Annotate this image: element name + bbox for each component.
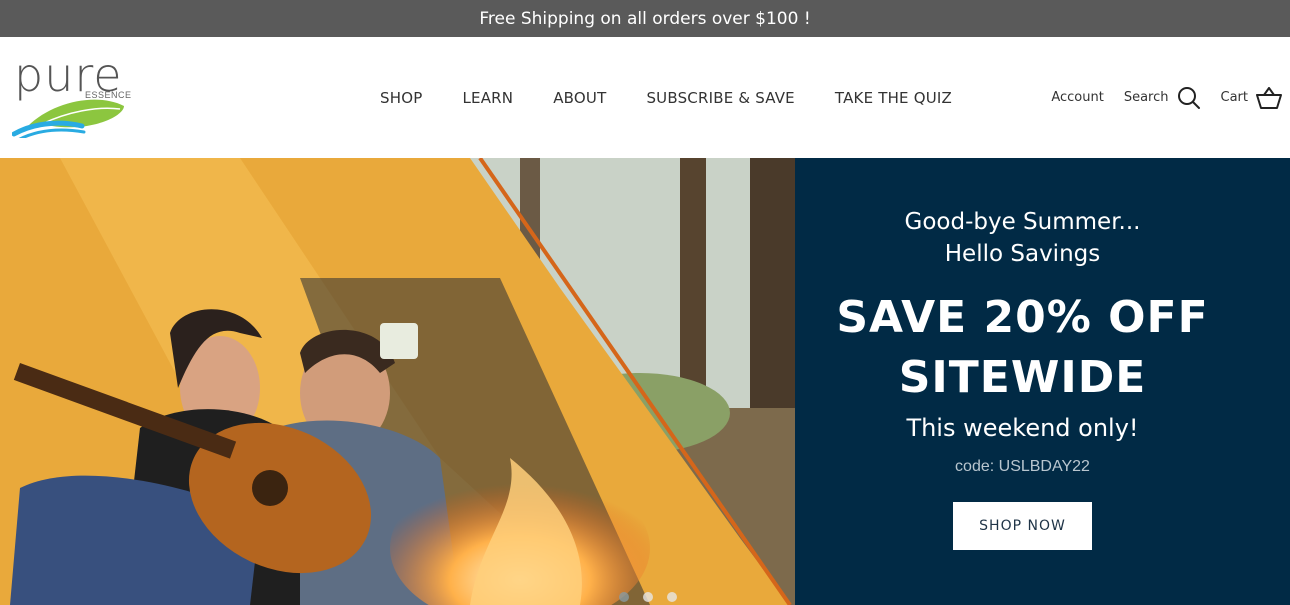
account-label: Account	[1051, 90, 1104, 105]
announcement-text: Free Shipping on all orders over $100 !	[479, 8, 811, 29]
slide-dot-1[interactable]	[619, 592, 629, 602]
basket-icon	[1256, 86, 1282, 109]
slideshow-dots	[619, 592, 691, 602]
slide-dot-2[interactable]	[643, 592, 653, 602]
promo-headline-1: SAVE 20% OFF	[836, 292, 1209, 343]
promo-line-1: Good-bye Summer...	[904, 209, 1141, 235]
header-utilities: Account Search Cart	[1031, 37, 1282, 158]
nav-item-about[interactable]: ABOUT	[553, 89, 606, 107]
promo-panel: Good-bye Summer... Hello Savings SAVE 20…	[795, 158, 1290, 605]
site-header: pure ESSENCE SHOP LEARN ABOUT SUBSCRIBE …	[0, 37, 1290, 158]
account-link[interactable]: Account	[1051, 90, 1104, 105]
hero-slideshow: Good-bye Summer... Hello Savings SAVE 20…	[0, 158, 1290, 605]
shop-now-button[interactable]: SHOP NOW	[953, 502, 1092, 550]
main-nav: SHOP LEARN ABOUT SUBSCRIBE & SAVE TAKE T…	[360, 37, 972, 158]
search-label: Search	[1123, 90, 1169, 105]
promo-code: code: USLBDAY22	[955, 458, 1090, 475]
search-icon	[1177, 86, 1200, 109]
slide-dot-3[interactable]	[667, 592, 677, 602]
camping-scene-image	[0, 158, 795, 605]
announcement-bar: Free Shipping on all orders over $100 !	[0, 0, 1290, 37]
promo-subline: This weekend only!	[906, 414, 1139, 442]
cart-label: Cart	[1220, 90, 1249, 105]
hero-camping-photo	[0, 158, 795, 605]
nav-item-take-the-quiz[interactable]: TAKE THE QUIZ	[835, 89, 952, 107]
promo-line-2: Hello Savings	[944, 241, 1101, 267]
nav-item-subscribe-save[interactable]: SUBSCRIBE & SAVE	[646, 89, 794, 107]
logo[interactable]: pure ESSENCE	[12, 48, 137, 138]
cart-button[interactable]: Cart	[1220, 86, 1282, 109]
promo-headline-2: SITEWIDE	[898, 352, 1147, 403]
nav-item-learn[interactable]: LEARN	[462, 89, 513, 107]
logo-subtitle: ESSENCE	[85, 90, 132, 100]
nav-item-shop[interactable]: SHOP	[380, 89, 422, 107]
search-button[interactable]: Search	[1124, 86, 1201, 110]
